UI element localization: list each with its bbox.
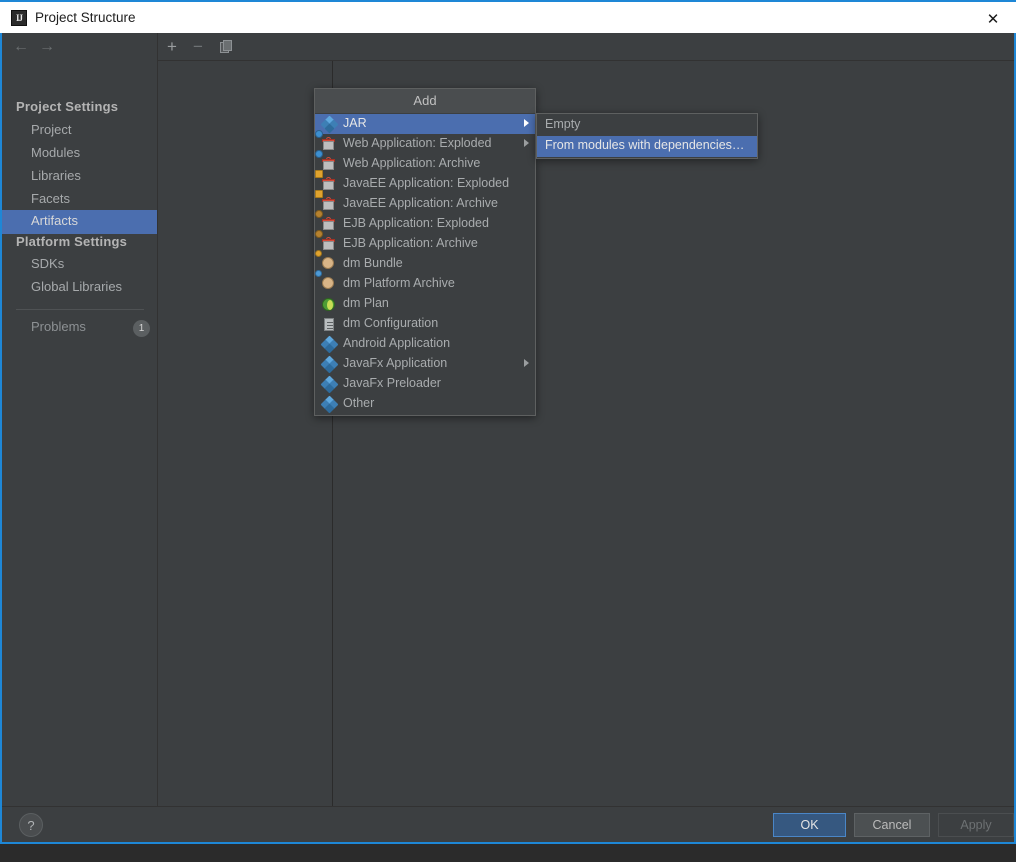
menu-item-other[interactable]: Other: [315, 394, 535, 414]
title-bar: IJ Project Structure ✕: [0, 0, 1016, 33]
jar-submenu: Empty From modules with dependencies…: [536, 113, 758, 159]
submenu-item-empty[interactable]: Empty: [537, 115, 757, 136]
menu-item-dm-platform-archive[interactable]: dm Platform Archive: [315, 270, 535, 294]
menu-item-jar[interactable]: JAR: [315, 114, 535, 134]
project-structure-dialog: IJ Project Structure ✕ ← → Project Setti…: [0, 0, 1016, 862]
help-icon[interactable]: ?: [19, 813, 43, 837]
menu-item-javaee-application-archive[interactable]: JavaEE Application: Archive: [315, 190, 535, 214]
menu-item-label: dm Plan: [343, 296, 389, 310]
jar-icon: [320, 335, 339, 354]
gift-blue-icon: [315, 150, 337, 172]
menu-item-label: dm Platform Archive: [343, 276, 455, 290]
document-icon: [322, 317, 337, 332]
menu-item-label: JavaEE Application: Archive: [343, 196, 498, 210]
menu-item-label: JAR: [343, 116, 367, 130]
chevron-right-icon: [524, 139, 529, 147]
artifacts-list-pane[interactable]: [158, 61, 333, 806]
menu-item-javafx-application[interactable]: JavaFx Application: [315, 354, 535, 374]
add-icon[interactable]: +: [161, 36, 183, 58]
menu-item-label: dm Configuration: [343, 316, 439, 330]
menu-item-label: Android Application: [343, 336, 451, 350]
menu-item-web-application-archive[interactable]: Web Application: Archive: [315, 150, 535, 174]
sidebar-item-label: Libraries: [31, 168, 81, 183]
back-arrow-icon[interactable]: ←: [10, 37, 32, 57]
sidebar-item-sdks[interactable]: SDKs: [2, 254, 157, 276]
menu-item-ejb-application-archive[interactable]: EJB Application: Archive: [315, 230, 535, 254]
menu-item-web-application-exploded[interactable]: Web Application: Exploded: [315, 130, 535, 154]
jar-icon: [320, 355, 339, 374]
sidebar-item-label: SDKs: [31, 256, 65, 271]
menu-item-label: EJB Application: Archive: [343, 236, 478, 250]
status-badge: 1: [133, 320, 150, 337]
close-icon[interactable]: ✕: [970, 4, 1016, 35]
jar-icon: [320, 375, 339, 394]
menu-item-dm-bundle[interactable]: dm Bundle: [315, 250, 535, 274]
submenu-item-label: Empty: [545, 117, 581, 131]
sidebar-item-label: Facets: [31, 191, 71, 206]
artifacts-content: + − Add JAR Web Application: Exploded We…: [158, 33, 1014, 806]
sidebar-item-project[interactable]: Project: [2, 120, 157, 142]
ok-button[interactable]: OK: [773, 813, 846, 837]
sidebar-item-problems[interactable]: Problems 1: [2, 317, 157, 339]
forward-arrow-icon[interactable]: →: [36, 37, 58, 57]
gift-blue-icon: [315, 130, 337, 152]
menu-item-javaee-application-exploded[interactable]: JavaEE Application: Exploded: [315, 170, 535, 194]
sidebar-item-artifacts[interactable]: Artifacts: [2, 210, 157, 234]
remove-icon[interactable]: −: [187, 36, 209, 58]
submenu-item-label: From modules with dependencies…: [545, 138, 745, 152]
gift-bean-icon: [315, 210, 337, 232]
apply-button: Apply: [938, 813, 1014, 837]
bundle-icon: [315, 250, 337, 272]
dialog-footer: ? OK Cancel Apply: [2, 806, 1014, 840]
settings-sidebar: ← → Project Settings Project Modules Lib…: [2, 33, 158, 806]
chevron-right-icon: [524, 119, 529, 127]
menu-item-label: JavaFx Application: [343, 356, 448, 370]
sidebar-item-label: Modules: [31, 145, 81, 160]
sidebar-group-project-settings: Project Settings: [16, 99, 119, 114]
sidebar-item-label: Artifacts: [31, 213, 78, 228]
add-artifact-menu: Add JAR Web Application: Exploded Web Ap…: [314, 88, 536, 416]
menu-item-label: dm Bundle: [343, 256, 403, 270]
add-menu-title: Add: [315, 89, 535, 113]
menu-item-ejb-application-exploded[interactable]: EJB Application: Exploded: [315, 210, 535, 234]
menu-item-dm-plan[interactable]: dm Plan: [315, 294, 535, 314]
window-title: Project Structure: [35, 10, 136, 25]
navigation-arrows: ← →: [2, 33, 157, 61]
menu-item-label: EJB Application: Exploded: [343, 216, 489, 230]
sidebar-item-facets[interactable]: Facets: [2, 189, 157, 211]
gift-gold-icon: [315, 170, 337, 192]
gift-bean-icon: [315, 230, 337, 252]
submenu-item-from-modules-with-dependencies[interactable]: From modules with dependencies…: [537, 136, 757, 157]
copy-icon[interactable]: [213, 36, 235, 58]
sidebar-item-label: Problems: [31, 319, 86, 334]
sidebar-item-modules[interactable]: Modules: [2, 143, 157, 165]
menu-item-label: Other: [343, 396, 375, 410]
bundle-blue-icon: [315, 270, 337, 292]
menu-item-label: JavaFx Preloader: [343, 376, 441, 390]
sidebar-item-label: Global Libraries: [31, 279, 123, 294]
menu-item-label: Web Application: Archive: [343, 156, 481, 170]
artifacts-toolbar: + −: [158, 33, 1014, 61]
globe-icon: [322, 297, 337, 312]
dialog-body: ← → Project Settings Project Modules Lib…: [0, 33, 1016, 844]
menu-item-label: JavaEE Application: Exploded: [343, 176, 510, 190]
sidebar-item-global-libraries[interactable]: Global Libraries: [2, 277, 157, 299]
intellij-idea-icon: IJ: [11, 10, 27, 26]
menu-item-label: Web Application: Exploded: [343, 136, 492, 150]
sidebar-divider: [16, 309, 144, 310]
menu-item-android-application[interactable]: Android Application: [315, 334, 535, 354]
jar-icon: [320, 395, 339, 414]
sidebar-item-label: Project: [31, 122, 72, 137]
cancel-button[interactable]: Cancel: [854, 813, 930, 837]
sidebar-item-libraries[interactable]: Libraries: [2, 166, 157, 188]
menu-item-dm-configuration[interactable]: dm Configuration: [315, 314, 535, 334]
jar-icon: [320, 115, 339, 134]
sidebar-group-platform-settings: Platform Settings: [16, 234, 128, 249]
copy-glyph: [219, 39, 232, 53]
chevron-right-icon: [524, 359, 529, 367]
menu-item-javafx-preloader[interactable]: JavaFx Preloader: [315, 374, 535, 394]
gift-gold-icon: [315, 190, 337, 212]
